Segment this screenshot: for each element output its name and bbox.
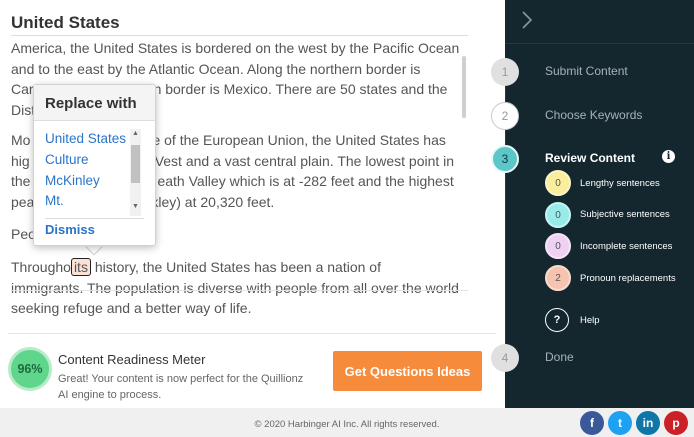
step-review-content[interactable]: Review Content <box>545 151 635 165</box>
facebook-icon[interactable]: f <box>580 411 604 435</box>
step-number-1[interactable]: 1 <box>491 58 519 86</box>
pinterest-icon[interactable]: p <box>664 411 688 435</box>
get-questions-button[interactable]: Get Questions Ideas <box>333 351 482 391</box>
replace-popup: Replace with United States Culture McKin… <box>33 84 156 246</box>
help-link[interactable]: Help <box>580 315 600 326</box>
pronoun-count-badge[interactable]: 2 <box>545 265 571 291</box>
incomplete-count-badge[interactable]: 0 <box>545 233 571 259</box>
text-line: America, the United States is bordered o… <box>11 40 460 56</box>
text-line: and to the east by the Atlantic Ocean. A… <box>11 60 421 77</box>
review-item-pronoun[interactable]: Pronoun replacements <box>580 273 676 284</box>
document-title: United States <box>11 13 120 32</box>
step-done[interactable]: Done <box>545 350 574 364</box>
review-item-incomplete[interactable]: Incomplete sentences <box>580 241 672 252</box>
text-line: Througho its history, the United States h… <box>11 258 381 276</box>
text-line: seeking refuge and a better way of life. <box>11 300 252 317</box>
text-line: immigrants. The population is diverse wi… <box>11 279 459 296</box>
step-number-2[interactable]: 2 <box>491 102 519 130</box>
workflow-sidebar: 1 Submit Content 2 Choose Keywords 3 Rev… <box>491 0 694 408</box>
meter-message: Great! Your content is now perfect for t… <box>58 373 304 401</box>
app-root: United States America, the United States… <box>0 0 694 437</box>
paragraph-4[interactable]: Througho its history, the United States h… <box>11 257 463 319</box>
twitter-icon[interactable]: t <box>608 411 632 435</box>
editor-scrollbar[interactable] <box>462 56 466 118</box>
step-number-3[interactable]: 3 <box>491 145 519 173</box>
scroll-up-icon[interactable]: ▲ <box>131 130 140 137</box>
list-scroll-thumb[interactable] <box>131 145 140 183</box>
dismiss-button[interactable]: Dismiss <box>45 222 95 237</box>
sidebar-divider <box>505 43 694 44</box>
review-item-lengthy[interactable]: Lengthy sentences <box>580 178 660 189</box>
chevron-right-icon[interactable] <box>521 10 533 36</box>
meter-divider <box>8 333 496 334</box>
scroll-down-icon[interactable]: ▼ <box>131 203 140 210</box>
content-editor: United States America, the United States… <box>0 0 505 408</box>
linkedin-icon[interactable]: in <box>636 411 660 435</box>
meter-title: Content Readiness Meter <box>58 352 206 367</box>
popup-title: Replace with <box>34 85 155 121</box>
subjective-count-badge[interactable]: 0 <box>545 202 571 228</box>
info-icon[interactable]: i <box>662 150 675 163</box>
flagged-pronoun[interactable]: its <box>70 258 91 276</box>
lengthy-count-badge[interactable]: 0 <box>545 170 571 196</box>
step-choose-keywords[interactable]: Choose Keywords <box>545 108 642 122</box>
review-item-subjective[interactable]: Subjective sentences <box>580 209 670 220</box>
popup-divider <box>45 218 144 219</box>
step-number-4[interactable]: 4 <box>491 344 519 372</box>
step-submit-content[interactable]: Submit Content <box>545 64 628 78</box>
title-divider <box>11 35 468 36</box>
text-divider <box>11 290 468 291</box>
readiness-gauge: 96% <box>8 347 52 391</box>
help-icon[interactable]: ? <box>545 308 569 332</box>
